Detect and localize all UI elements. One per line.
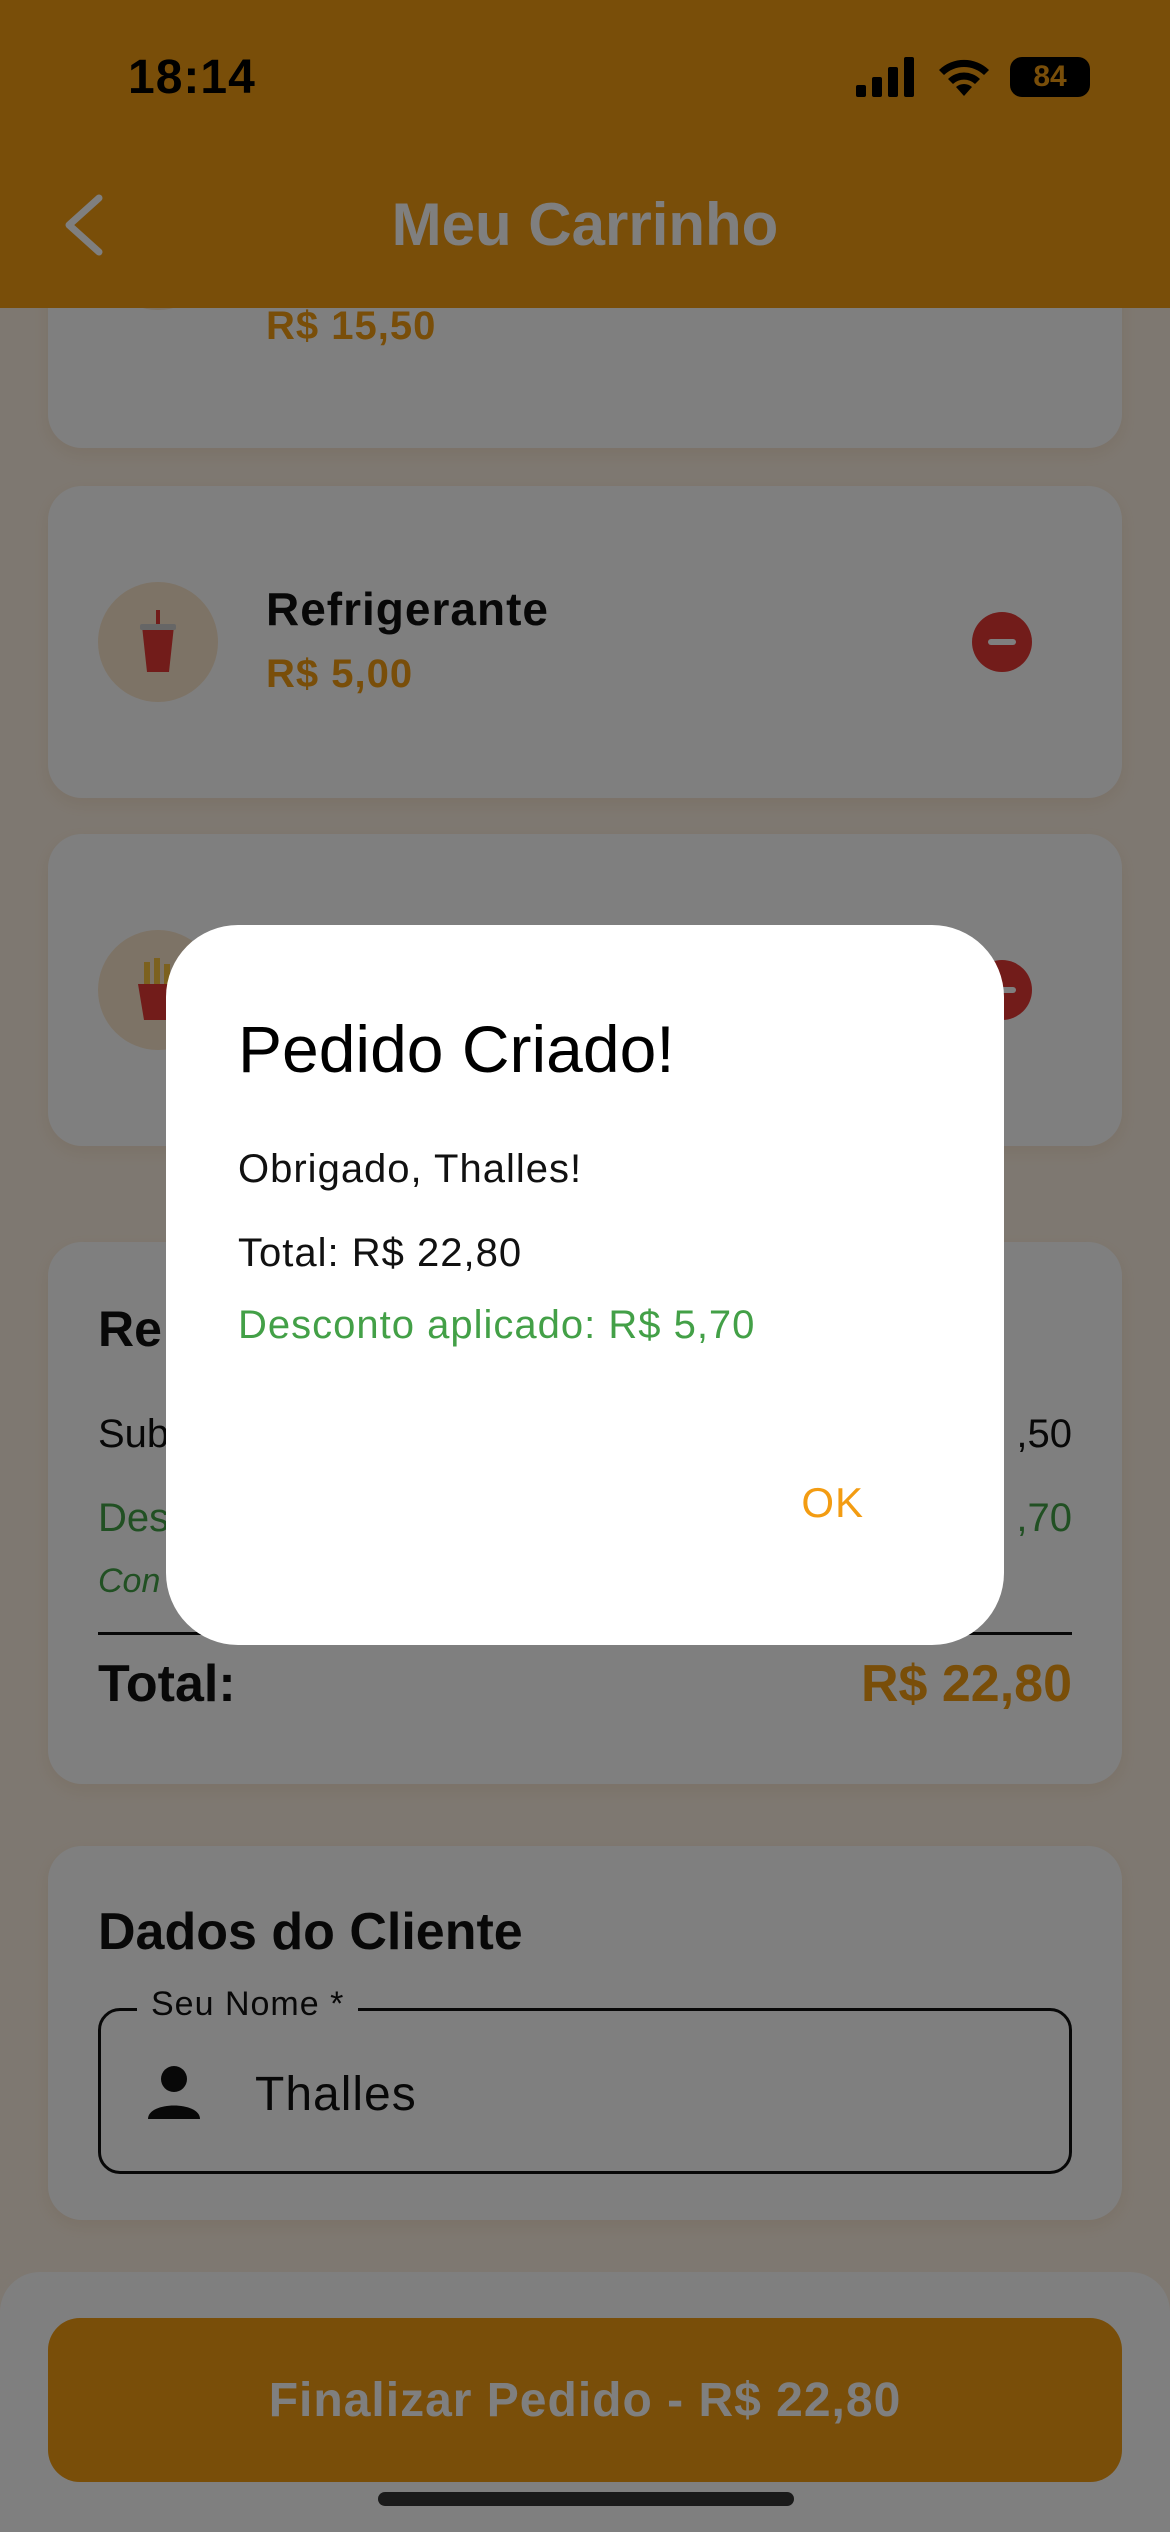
dialog-thanks: Obrigado, Thalles! <box>238 1147 583 1191</box>
home-indicator[interactable] <box>378 2492 794 2506</box>
dialog-total: Total: R$ 22,80 <box>238 1231 523 1275</box>
dialog-title: Pedido Criado! <box>238 1012 675 1086</box>
dialog-discount: Desconto aplicado: R$ 5,70 <box>238 1303 756 1347</box>
ok-button[interactable]: OK <box>791 1473 874 1533</box>
order-created-dialog: Pedido Criado! Obrigado, Thalles! Total:… <box>166 925 1004 1645</box>
